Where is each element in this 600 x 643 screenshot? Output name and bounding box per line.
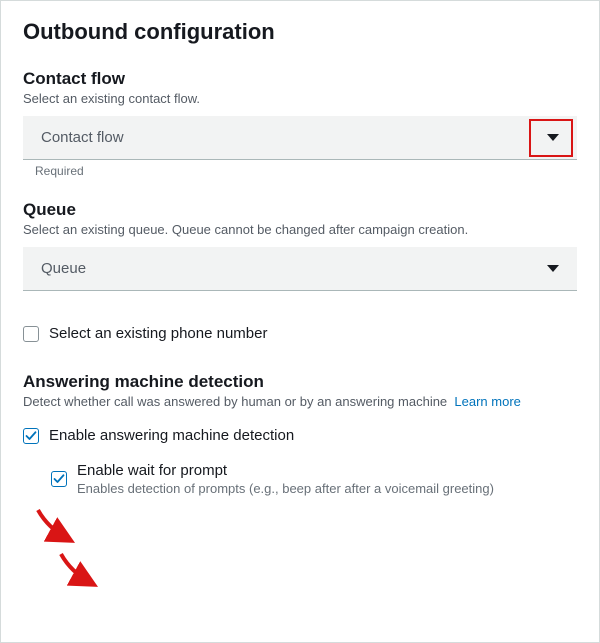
contact-flow-select[interactable]: Contact flow — [23, 116, 577, 160]
contact-flow-placeholder: Contact flow — [41, 129, 124, 146]
chevron-down-icon — [547, 265, 559, 272]
annotation-arrow-icon — [57, 550, 103, 590]
amd-wait-block: Enable wait for prompt Enables detection… — [51, 462, 577, 496]
chevron-down-icon — [547, 134, 559, 141]
queue-section: Queue Select an existing queue. Queue ca… — [23, 200, 577, 291]
amd-description: Detect whether call was answered by huma… — [23, 394, 577, 409]
amd-section: Answering machine detection Detect wheth… — [23, 372, 577, 496]
queue-select[interactable]: Queue — [23, 247, 577, 291]
amd-wait-text: Enable wait for prompt Enables detection… — [77, 462, 494, 496]
queue-description: Select an existing queue. Queue cannot b… — [23, 222, 577, 237]
amd-enable-row[interactable]: Enable answering machine detection — [23, 427, 577, 444]
amd-heading: Answering machine detection — [23, 372, 577, 392]
annotation-arrow-icon — [34, 506, 80, 546]
amd-enable-checkbox[interactable] — [23, 428, 39, 444]
amd-enable-label: Enable answering machine detection — [49, 427, 294, 444]
phone-checkbox[interactable] — [23, 326, 39, 342]
amd-wait-label: Enable wait for prompt — [77, 462, 494, 479]
queue-placeholder: Queue — [41, 260, 86, 277]
contact-flow-section: Contact flow Select an existing contact … — [23, 69, 577, 178]
contact-flow-description: Select an existing contact flow. — [23, 91, 577, 106]
phone-checkbox-row[interactable]: Select an existing phone number — [23, 325, 577, 342]
contact-flow-heading: Contact flow — [23, 69, 577, 89]
contact-flow-hint: Required — [35, 164, 577, 178]
queue-heading: Queue — [23, 200, 577, 220]
page-title: Outbound configuration — [23, 19, 577, 45]
amd-description-text: Detect whether call was answered by huma… — [23, 394, 447, 409]
phone-section: Select an existing phone number — [23, 325, 577, 342]
outbound-configuration-panel: Outbound configuration Contact flow Sele… — [0, 0, 600, 643]
amd-wait-checkbox[interactable] — [51, 471, 67, 487]
amd-wait-row[interactable]: Enable wait for prompt Enables detection… — [51, 462, 577, 496]
learn-more-link[interactable]: Learn more — [454, 394, 520, 409]
amd-wait-desc: Enables detection of prompts (e.g., beep… — [77, 481, 494, 496]
phone-checkbox-label: Select an existing phone number — [49, 325, 267, 342]
